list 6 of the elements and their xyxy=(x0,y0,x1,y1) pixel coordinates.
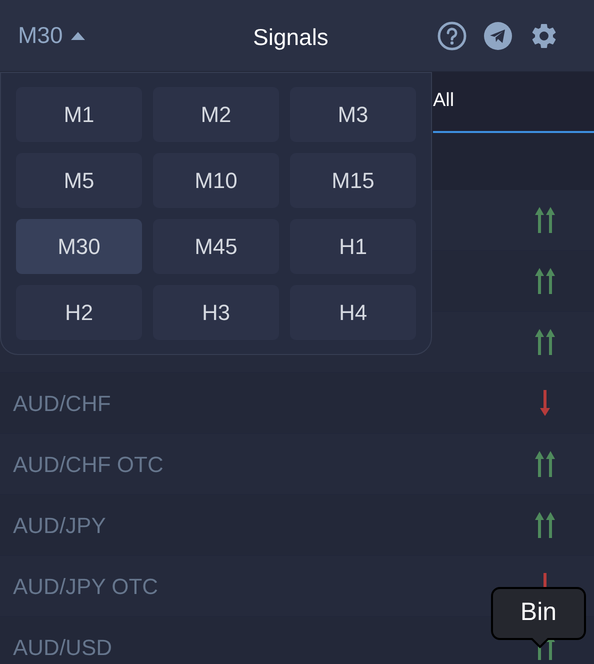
asset-name: AUD/CHF OTC xyxy=(13,450,164,478)
asset-name: AUD/JPY OTC xyxy=(13,572,158,600)
page-title: Signals xyxy=(253,23,328,52)
asset-name: AUD/CHF xyxy=(13,390,111,418)
asset-name: AUD/JPY xyxy=(13,512,106,540)
asset-name: AUD/USD xyxy=(13,634,112,662)
